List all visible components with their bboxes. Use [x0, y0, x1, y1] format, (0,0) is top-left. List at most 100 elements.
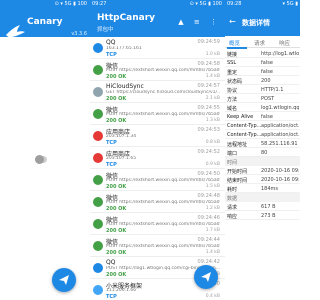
detail-row[interactable]: 远程地址 58.251.116.91	[225, 139, 300, 148]
detail-key: 开始时间	[227, 169, 248, 175]
detail-row[interactable]: 响应 273 B	[225, 211, 300, 220]
request-row[interactable]: 微信 09:24:50 POST https://extshort.weixin.q…	[90, 169, 225, 191]
app-icon	[93, 197, 103, 207]
request-time: 09:24:57	[197, 83, 220, 89]
app-header: HttpCanary 抓包中 ▲ ≡ ⋮	[90, 9, 225, 37]
detail-row[interactable]: 状态码 200	[225, 76, 300, 85]
request-row[interactable]: 微信 09:24:44 POST https://extshort.weixin.q…	[90, 235, 225, 257]
response-size: 0.9 kB	[205, 161, 220, 167]
app-icon	[93, 65, 103, 75]
app-title: HttpCanary	[97, 13, 156, 23]
detail-row[interactable]: 方法 POST	[225, 94, 300, 103]
send-plane-icon	[59, 275, 69, 285]
bird-logo-icon	[6, 25, 25, 38]
detail-key: 协议	[227, 88, 238, 94]
tab-response[interactable]: 响应	[279, 39, 290, 47]
request-row[interactable]: 微信 09:24:55 POST https://extshort.weixin.q…	[90, 103, 225, 125]
detail-row[interactable]: 结束时间 2020-10-16 09:2...	[225, 175, 300, 184]
right-panel: 09:28 ▾ 5G ▮ ← 数据详情 概览 请求 响应 链接 http://lo…	[225, 0, 300, 300]
detail-value: 80	[261, 150, 268, 156]
app-icon	[93, 285, 103, 295]
section-title: 时间	[227, 160, 238, 166]
status-indicators: ⊙ ▾ 5G ▮ 100	[54, 1, 87, 7]
response-status: 200 OK	[106, 183, 127, 190]
capture-fab-button[interactable]	[52, 268, 76, 292]
detail-key: 远程地址	[227, 142, 248, 148]
left-panel: ⊙ ▾ 5G ▮ 100 Canary v3.3.6	[0, 0, 90, 300]
toolbar-actions-icon[interactable]: ▲ ≡ ⋮	[178, 18, 221, 26]
status-indicators: ▾ 5G ▮	[282, 1, 299, 7]
detail-value: false	[261, 60, 273, 66]
request-row[interactable]: QQ 09:24:59 163.177.65.161 TCP 1.0 kB	[90, 37, 225, 59]
detail-value: POST	[261, 96, 275, 102]
screenshot-collage: ⊙ ▾ 5G ▮ 100 Canary v3.3.6 09:27 ⊙ ▾ 5G …	[0, 0, 300, 300]
response-status: 200 OK	[106, 95, 127, 102]
status-bar: 09:28 ▾ 5G ▮	[225, 0, 300, 9]
request-row[interactable]: 微信 09:24:46 POST https://extshort.weixin.q…	[90, 213, 225, 235]
middle-panel: 09:27 ⊙ ▾ 5G ▮ 100 HttpCanary 抓包中 ▲ ≡ ⋮ …	[90, 0, 225, 300]
tab-request[interactable]: 请求	[254, 39, 265, 47]
detail-row[interactable]: 域名 log1.wtlogin.qq.com	[225, 103, 300, 112]
request-time: 09:24:52	[197, 149, 220, 155]
request-row[interactable]: 微信 09:24:48 POST https://extshort.weixin.q…	[90, 191, 225, 213]
status-time: 09:27	[92, 1, 107, 7]
request-time: 09:24:44	[197, 237, 220, 243]
detail-key: Keep Alive	[227, 114, 254, 120]
detail-row[interactable]: 耗时 184ms	[225, 184, 300, 193]
detail-row[interactable]: Keep Alive false	[225, 112, 300, 121]
app-icon	[93, 43, 103, 53]
detail-header: ← 数据详情	[225, 9, 300, 36]
detail-row[interactable]: 重定 false	[225, 67, 300, 76]
detail-row[interactable]: Content-Typ... application/oct...	[225, 130, 300, 139]
detail-title: 数据详情	[242, 19, 270, 27]
response-size: 1.5 kB	[205, 183, 220, 189]
detail-row[interactable]: 端口 80	[225, 148, 300, 157]
request-row[interactable]: 微信 09:24:58 POST https://extshort.weixin.q…	[90, 59, 225, 81]
response-size: 1.2 kB	[205, 205, 220, 211]
request-line: 163.177.65.161	[106, 45, 142, 51]
tab-overview[interactable]: 概览	[229, 39, 240, 47]
detail-value: http://log1.wtlogin.qq.com/cgi-bin	[261, 51, 299, 57]
response-status: TCP	[106, 293, 117, 300]
detail-row[interactable]: 链接 http://log1.wtlogin.qq.com/cgi-bin	[225, 49, 300, 58]
detail-row[interactable]: 协议 HTTP/1.1	[225, 85, 300, 94]
request-line: POST https://extshort.weixin.qq.com/mmtl…	[106, 177, 220, 183]
response-status: 200 OK	[106, 271, 127, 278]
status-indicators: ⊙ ▾ 5G ▮ 100	[189, 1, 222, 7]
app-icon	[93, 131, 103, 141]
detail-value: 58.251.116.91	[261, 141, 298, 147]
request-row[interactable]: 应用商店 09:24:53 203.107.1.34 TCP 0.8 kB	[90, 125, 225, 147]
detail-value: 184ms	[261, 186, 279, 192]
response-status: 200 OK	[106, 73, 127, 80]
detail-row[interactable]: 开始时间 2020-10-16 09:2...	[225, 166, 300, 175]
request-time: 09:24:42	[197, 259, 220, 265]
section-header: 时间	[225, 157, 300, 166]
response-status: TCP	[106, 161, 117, 168]
detail-key: Content-Typ...	[227, 132, 262, 138]
detail-key: 状态码	[227, 79, 243, 85]
request-row[interactable]: 应用商店 09:24:52 203.107.1.65 TCP 0.9 kB	[90, 147, 225, 169]
response-size: 0.8 kB	[205, 139, 220, 145]
request-time: 09:24:59	[197, 39, 220, 45]
back-arrow-icon[interactable]: ←	[229, 17, 236, 26]
detail-value: 2020-10-16 09:2...	[261, 168, 299, 174]
detail-row[interactable]: Content-Typ... application/oct...	[225, 121, 300, 130]
status-time: 09:28	[227, 1, 242, 7]
response-size: 1.4 kB	[205, 73, 220, 79]
request-time: 09:24:48	[197, 193, 220, 199]
detail-row[interactable]: 请求 617 B	[225, 202, 300, 211]
detail-value: 2020-10-16 09:2...	[261, 177, 299, 183]
app-icon	[93, 175, 103, 185]
detail-key: SSL	[227, 60, 237, 66]
response-size: 1.7 kB	[205, 227, 220, 233]
section-header: 数据	[225, 193, 300, 202]
detail-row[interactable]: SSL false	[225, 58, 300, 67]
request-row[interactable]: HiCloudSync 09:24:57 GET https://cloudsync…	[90, 81, 225, 103]
capture-fab-button[interactable]	[194, 265, 218, 289]
request-time: 09:24:55	[197, 105, 220, 111]
detail-value: false	[261, 69, 273, 75]
app-icon	[93, 87, 103, 97]
detail-key: 结束时间	[227, 178, 248, 184]
detail-value: 273 B	[261, 213, 276, 219]
toggle-switch-icon[interactable]	[35, 155, 47, 164]
